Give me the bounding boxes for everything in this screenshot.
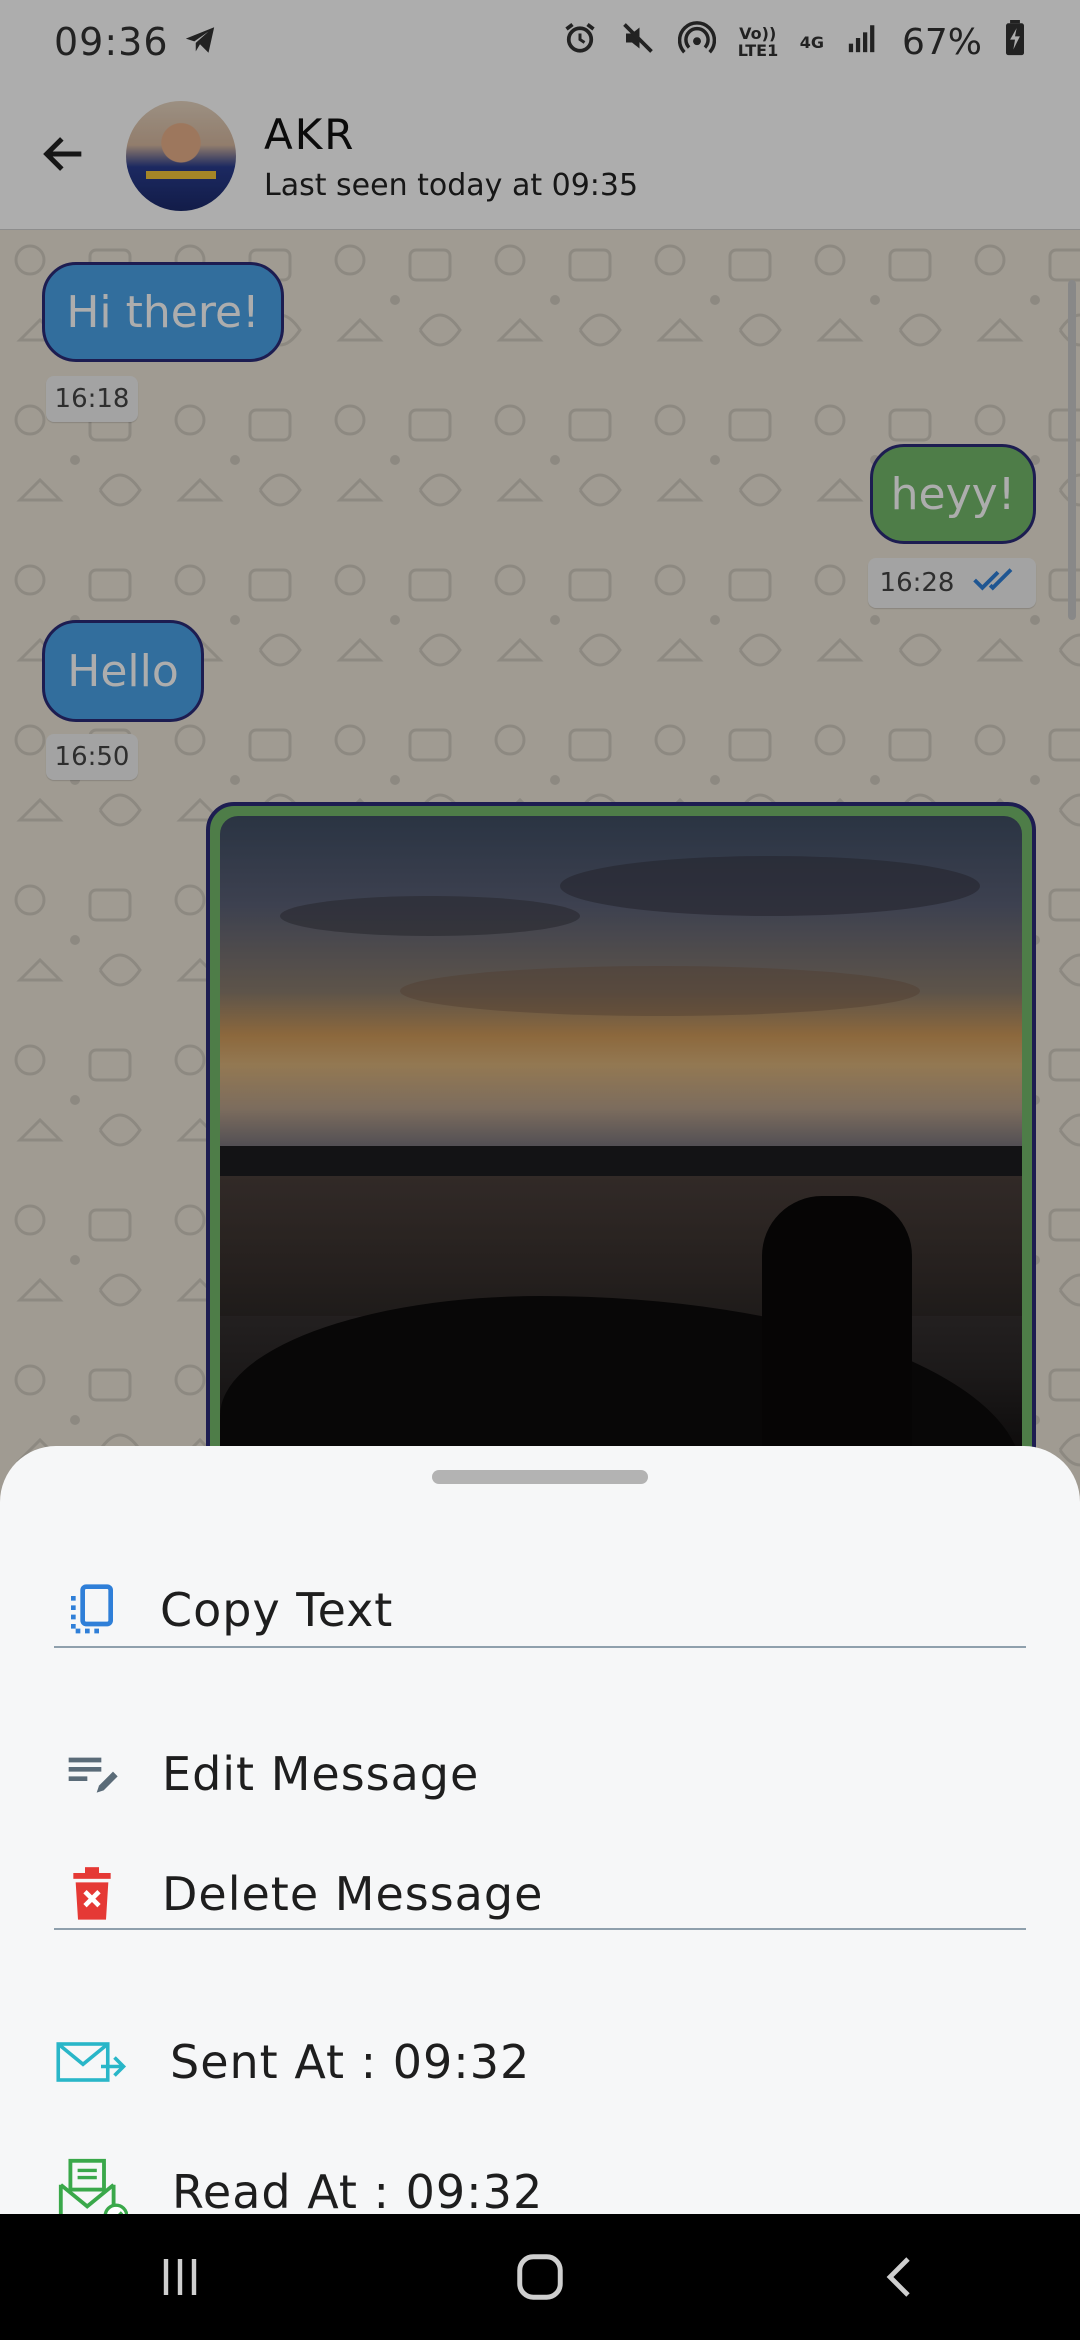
- message-options-sheet: Copy Text Edit Message Delete Message Se…: [0, 1446, 1080, 2228]
- sent-at-text: Sent At : 09:32: [170, 2035, 531, 2089]
- copy-icon: [52, 1570, 132, 1650]
- back-icon[interactable]: [840, 2237, 960, 2317]
- system-navigation-bar: [0, 2214, 1080, 2340]
- edit-text-icon: [52, 1734, 132, 1814]
- delete-message-label: Delete Message: [162, 1867, 544, 1921]
- divider: [54, 1646, 1026, 1648]
- read-at-text: Read At : 09:32: [172, 2165, 544, 2219]
- sheet-drag-handle[interactable]: [432, 1470, 648, 1484]
- copy-text-option[interactable]: Copy Text: [0, 1560, 1080, 1660]
- edit-message-label: Edit Message: [162, 1747, 480, 1801]
- delete-icon: [52, 1854, 132, 1934]
- home-icon[interactable]: [480, 2237, 600, 2317]
- sent-mail-icon: [52, 2022, 132, 2102]
- edit-message-option[interactable]: Edit Message: [0, 1724, 1080, 1824]
- copy-text-label: Copy Text: [160, 1583, 394, 1637]
- sent-at-info: Sent At : 09:32: [0, 2012, 1080, 2112]
- divider: [54, 1928, 1026, 1930]
- recent-apps-icon[interactable]: [120, 2237, 240, 2317]
